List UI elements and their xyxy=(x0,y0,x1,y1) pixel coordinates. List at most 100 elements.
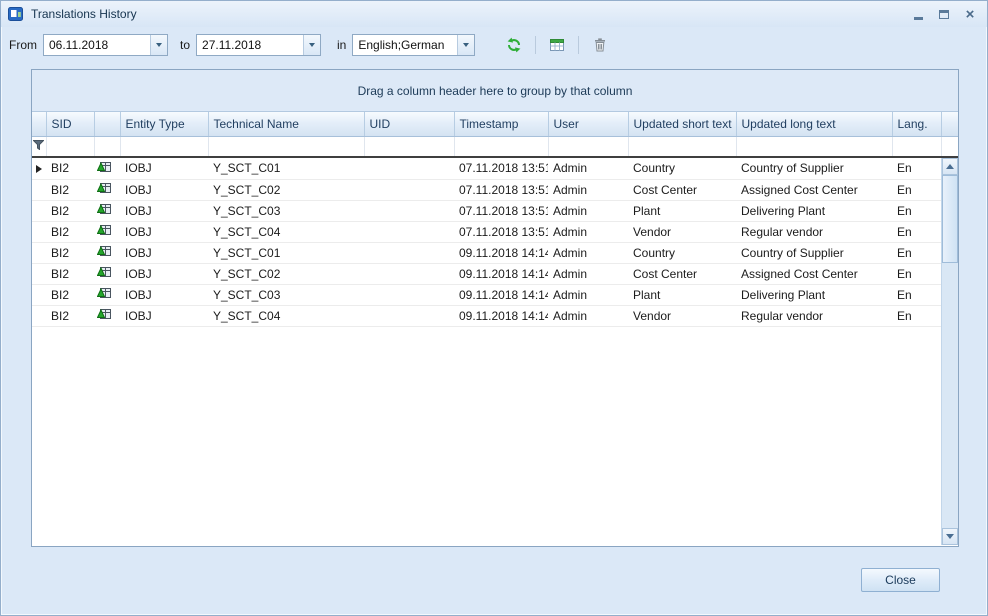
cell-user[interactable]: Admin xyxy=(548,284,628,305)
cell-updated-long-text[interactable]: Regular vendor xyxy=(736,305,892,326)
column-header-timestamp[interactable]: Timestamp xyxy=(454,112,548,136)
cell-lang[interactable]: En xyxy=(892,158,941,179)
grid-row[interactable]: BI2IOBJY_SCT_C0207.11.2018 13:51AdminCos… xyxy=(32,179,941,200)
cell-uid[interactable] xyxy=(364,263,454,284)
language-combo[interactable] xyxy=(352,34,475,56)
cell-lang[interactable]: En xyxy=(892,200,941,221)
cell-user[interactable]: Admin xyxy=(548,305,628,326)
cell-updated-long-text[interactable]: Country of Supplier xyxy=(736,158,892,179)
cell-updated-short-text[interactable]: Country xyxy=(628,158,736,179)
cell-entity-icon[interactable] xyxy=(94,221,120,242)
cell-sid[interactable]: BI2 xyxy=(46,158,94,179)
refresh-button[interactable] xyxy=(501,33,527,57)
cell-updated-short-text[interactable]: Country xyxy=(628,242,736,263)
row-indicator-cell[interactable] xyxy=(32,242,46,263)
row-indicator-cell[interactable] xyxy=(32,179,46,200)
row-indicator-cell[interactable] xyxy=(32,284,46,305)
filter-cell-entity-icon[interactable] xyxy=(94,136,120,157)
close-dialog-button[interactable]: Close xyxy=(861,568,940,592)
cell-uid[interactable] xyxy=(364,284,454,305)
cell-timestamp[interactable]: 09.11.2018 14:14 xyxy=(454,263,548,284)
column-header-updated-short-text[interactable]: Updated short text xyxy=(628,112,736,136)
cell-entity-icon[interactable] xyxy=(94,179,120,200)
row-indicator-cell[interactable] xyxy=(32,263,46,284)
maximize-button[interactable] xyxy=(934,5,954,23)
cell-updated-short-text[interactable]: Vendor xyxy=(628,305,736,326)
column-header-user[interactable]: User xyxy=(548,112,628,136)
vertical-scrollbar[interactable] xyxy=(941,158,958,545)
cell-lang[interactable]: En xyxy=(892,221,941,242)
cell-entity-type[interactable]: IOBJ xyxy=(120,158,208,179)
cell-entity-type[interactable]: IOBJ xyxy=(120,305,208,326)
scroll-down-button[interactable] xyxy=(942,528,958,545)
column-header-lang[interactable]: Lang. xyxy=(892,112,941,136)
cell-updated-short-text[interactable]: Vendor xyxy=(628,221,736,242)
to-date-input[interactable] xyxy=(197,35,303,55)
cell-sid[interactable]: BI2 xyxy=(46,263,94,284)
from-date-editor[interactable] xyxy=(43,34,168,56)
language-input[interactable] xyxy=(353,35,457,55)
cell-uid[interactable] xyxy=(364,242,454,263)
filter-cell-entity-type[interactable] xyxy=(120,136,208,157)
cell-entity-icon[interactable] xyxy=(94,242,120,263)
filter-cell-updated-long-text[interactable] xyxy=(736,136,892,157)
filter-cell-lang[interactable] xyxy=(892,136,941,157)
cell-timestamp[interactable]: 09.11.2018 14:14 xyxy=(454,242,548,263)
grid-row[interactable]: BI2IOBJY_SCT_C0307.11.2018 13:51AdminPla… xyxy=(32,200,941,221)
to-date-editor[interactable] xyxy=(196,34,321,56)
cell-entity-type[interactable]: IOBJ xyxy=(120,263,208,284)
cell-timestamp[interactable]: 07.11.2018 13:51 xyxy=(454,200,548,221)
column-header-sid[interactable]: SID xyxy=(46,112,94,136)
cell-user[interactable]: Admin xyxy=(548,221,628,242)
filter-cell-user[interactable] xyxy=(548,136,628,157)
cell-updated-long-text[interactable]: Regular vendor xyxy=(736,221,892,242)
grid-row[interactable]: BI2IOBJY_SCT_C0209.11.2018 14:14AdminCos… xyxy=(32,263,941,284)
cell-updated-short-text[interactable]: Plant xyxy=(628,284,736,305)
cell-timestamp[interactable]: 09.11.2018 14:14 xyxy=(454,305,548,326)
cell-entity-icon[interactable] xyxy=(94,158,120,179)
cell-user[interactable]: Admin xyxy=(548,158,628,179)
group-by-panel[interactable]: Drag a column header here to group by th… xyxy=(32,70,958,112)
cell-entity-icon[interactable] xyxy=(94,263,120,284)
row-indicator-cell[interactable] xyxy=(32,158,46,179)
scroll-up-button[interactable] xyxy=(942,158,958,175)
cell-timestamp[interactable]: 09.11.2018 14:14 xyxy=(454,284,548,305)
column-header-updated-long-text[interactable]: Updated long text xyxy=(736,112,892,136)
cell-uid[interactable] xyxy=(364,200,454,221)
cell-uid[interactable] xyxy=(364,158,454,179)
cell-sid[interactable]: BI2 xyxy=(46,179,94,200)
filter-cell-uid[interactable] xyxy=(364,136,454,157)
grid-row[interactable]: BI2IOBJY_SCT_C0107.11.2018 13:51AdminCou… xyxy=(32,158,941,179)
column-header-technical-name[interactable]: Technical Name xyxy=(208,112,364,136)
cell-entity-type[interactable]: IOBJ xyxy=(120,200,208,221)
cell-technical-name[interactable]: Y_SCT_C02 xyxy=(208,263,364,284)
cell-updated-long-text[interactable]: Delivering Plant xyxy=(736,284,892,305)
cell-updated-long-text[interactable]: Assigned Cost Center xyxy=(736,179,892,200)
cell-technical-name[interactable]: Y_SCT_C01 xyxy=(208,242,364,263)
cell-lang[interactable]: En xyxy=(892,179,941,200)
grid-row[interactable]: BI2IOBJY_SCT_C0309.11.2018 14:14AdminPla… xyxy=(32,284,941,305)
to-date-dropdown-button[interactable] xyxy=(303,35,320,55)
cell-entity-type[interactable]: IOBJ xyxy=(120,242,208,263)
cell-technical-name[interactable]: Y_SCT_C02 xyxy=(208,179,364,200)
filter-cell-updated-short-text[interactable] xyxy=(628,136,736,157)
column-header-uid[interactable]: UID xyxy=(364,112,454,136)
grid-row[interactable]: BI2IOBJY_SCT_C0409.11.2018 14:14AdminVen… xyxy=(32,305,941,326)
cell-lang[interactable]: En xyxy=(892,263,941,284)
delete-button[interactable] xyxy=(587,33,613,57)
row-indicator-cell[interactable] xyxy=(32,305,46,326)
cell-entity-type[interactable]: IOBJ xyxy=(120,179,208,200)
row-indicator-cell[interactable] xyxy=(32,221,46,242)
cell-timestamp[interactable]: 07.11.2018 13:51 xyxy=(454,221,548,242)
cell-sid[interactable]: BI2 xyxy=(46,284,94,305)
cell-entity-icon[interactable] xyxy=(94,305,120,326)
column-header-entity-icon[interactable] xyxy=(94,112,120,136)
close-window-button[interactable]: × xyxy=(960,5,980,23)
cell-lang[interactable]: En xyxy=(892,242,941,263)
from-date-dropdown-button[interactable] xyxy=(150,35,167,55)
cell-user[interactable]: Admin xyxy=(548,263,628,284)
cell-technical-name[interactable]: Y_SCT_C04 xyxy=(208,305,364,326)
filter-cell-technical-name[interactable] xyxy=(208,136,364,157)
cell-uid[interactable] xyxy=(364,179,454,200)
cell-user[interactable]: Admin xyxy=(548,200,628,221)
